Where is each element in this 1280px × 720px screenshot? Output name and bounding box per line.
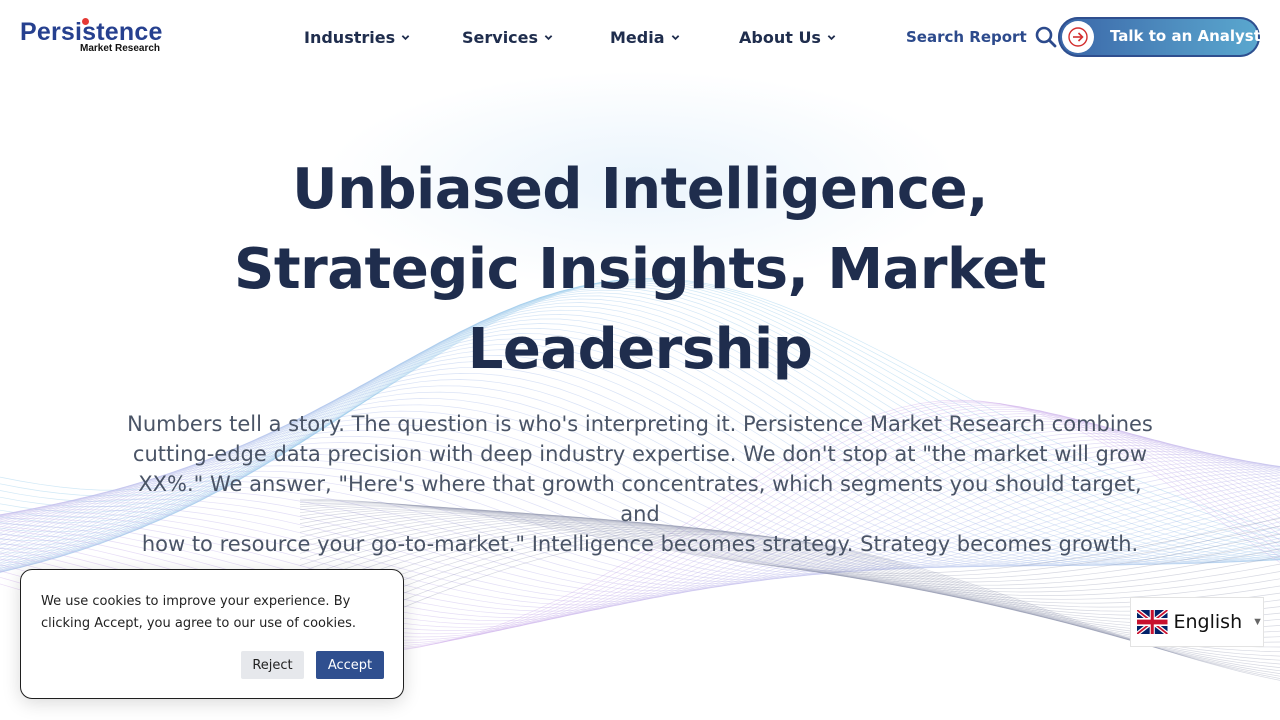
- search-icon: [1035, 26, 1057, 48]
- hero-text-line: XX%." We answer, "Here's where that grow…: [138, 472, 1142, 526]
- accept-button[interactable]: Accept: [316, 651, 384, 679]
- chevron-down-icon: [671, 34, 679, 40]
- arrow-right-icon: [1068, 27, 1088, 47]
- logo[interactable]: Persistence Market Research: [20, 18, 180, 56]
- chevron-down-icon: [544, 34, 553, 40]
- cookie-message: We use cookies to improve your experienc…: [41, 594, 357, 631]
- hero-text-line: cutting-edge data precision with deep in…: [132, 442, 1148, 466]
- chevron-down-icon: [827, 34, 836, 40]
- cookie-banner: We use cookies to improve your experienc…: [20, 569, 404, 699]
- logo-sub-text: Market Research: [80, 43, 161, 54]
- nav-label: Media: [610, 27, 665, 47]
- talk-to-analyst-button[interactable]: Talk to an Analyst: [1058, 17, 1261, 57]
- uk-flag-icon: [1137, 610, 1168, 634]
- nav-media[interactable]: Media: [610, 26, 680, 48]
- hero-text-line: how to resource your go-to-market." Inte…: [141, 532, 1139, 556]
- chevron-down-icon: [401, 34, 410, 40]
- logo-dot: [82, 18, 89, 25]
- nav-industries[interactable]: Industries: [304, 26, 410, 48]
- search-report-label: Search Report: [906, 28, 1027, 46]
- hero-title-line: Unbiased Intelligence,: [292, 157, 988, 222]
- hero-title-line: Leadership: [467, 317, 813, 382]
- hero-description: Numbers tell a story. The question is wh…: [120, 409, 1160, 559]
- site-header: Persistence Market Research Industries S…: [0, 0, 1280, 74]
- search-report-link[interactable]: Search Report: [906, 25, 1057, 49]
- caret-down-icon: ▼: [1252, 616, 1263, 628]
- arrow-circle: [1062, 21, 1094, 53]
- nav-about-us[interactable]: About Us: [739, 26, 836, 48]
- nav-label: About Us: [739, 27, 821, 47]
- talk-to-analyst-label: Talk to an Analyst: [1110, 27, 1261, 45]
- nav-label: Services: [462, 27, 539, 47]
- nav-services[interactable]: Services: [462, 26, 553, 48]
- nav-label: Industries: [304, 27, 396, 47]
- reject-button[interactable]: Reject: [241, 651, 304, 679]
- language-label: English: [1173, 611, 1243, 633]
- logo-main-text: Persistence: [20, 18, 163, 46]
- hero-text-line: Numbers tell a story. The question is wh…: [127, 412, 1153, 436]
- language-selector[interactable]: English ▼: [1130, 597, 1264, 647]
- hero-title: Unbiased Intelligence, Strategic Insight…: [200, 150, 1080, 390]
- hero-title-line: Strategic Insights, Market: [234, 237, 1046, 302]
